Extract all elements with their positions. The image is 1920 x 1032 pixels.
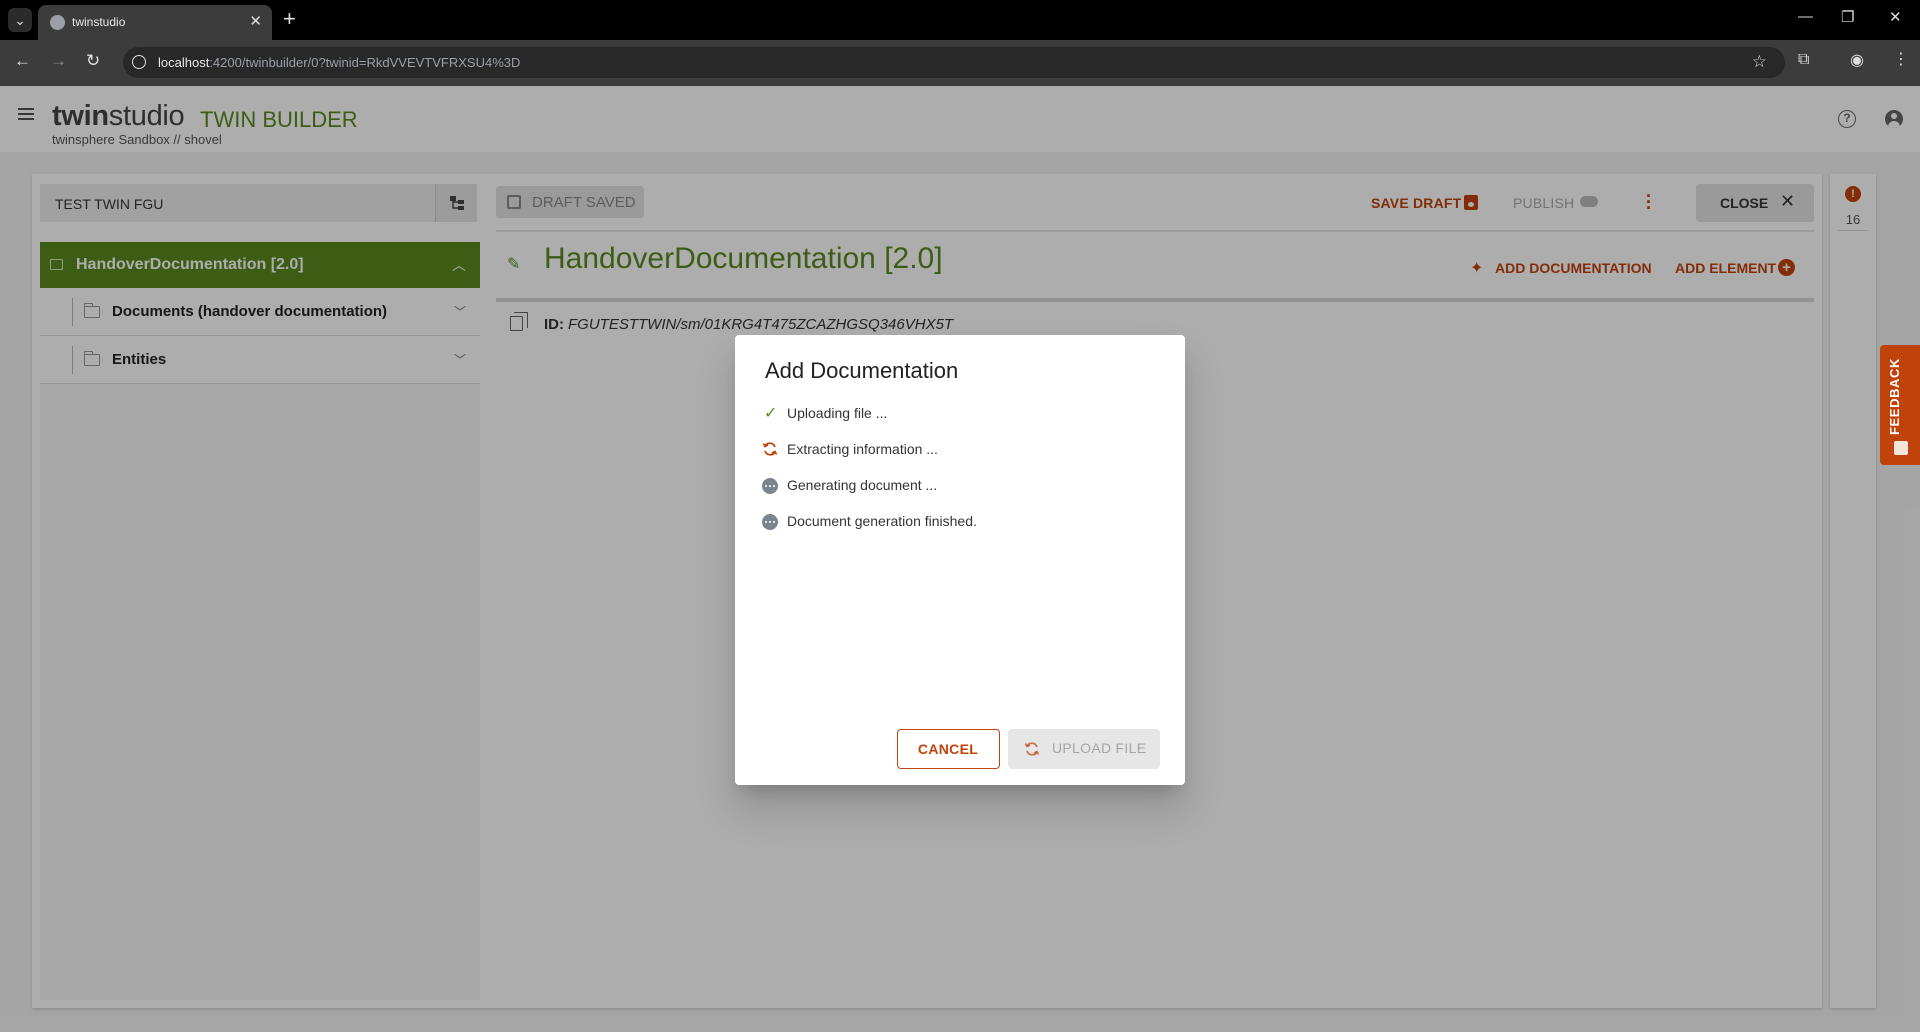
forward-icon[interactable]: → xyxy=(50,51,67,71)
check-icon: ✓ xyxy=(764,405,778,422)
feedback-button[interactable]: FEEDBACK xyxy=(1880,345,1920,465)
back-icon[interactable]: ← xyxy=(14,51,31,71)
url-text: localhost:4200/twinbuilder/0?twinid=RkdV… xyxy=(158,55,521,70)
dialog-title: Add Documentation xyxy=(765,358,959,383)
tab-close-icon[interactable]: ✕ xyxy=(249,12,262,30)
feedback-icon xyxy=(1894,441,1908,455)
reload-icon[interactable]: ↻ xyxy=(86,51,100,71)
browser-tab-bar: ⌄ twinstudio ✕ + — ❐ ✕ xyxy=(0,0,1920,40)
sync-icon xyxy=(1024,742,1040,756)
cancel-label: CANCEL xyxy=(917,741,979,757)
browser-menu-icon[interactable]: ⋮ xyxy=(1893,49,1909,69)
step-uploading: ✓ Uploading file ... xyxy=(761,403,1161,423)
step-extracting: Extracting information ... xyxy=(761,439,1161,459)
step-text: Generating document ... xyxy=(787,477,938,493)
profile-icon[interactable]: ◉ xyxy=(1850,50,1864,70)
window-close-icon[interactable]: ✕ xyxy=(1889,8,1902,26)
cancel-button[interactable]: CANCEL xyxy=(897,729,1000,769)
address-bar-area: ← → ↻ localhost:4200/twinbuilder/0?twini… xyxy=(0,40,1920,86)
minimize-icon[interactable]: — xyxy=(1798,8,1813,25)
restore-icon[interactable]: ❐ xyxy=(1841,8,1854,26)
pending-icon xyxy=(762,514,778,530)
pending-icon xyxy=(762,478,778,494)
step-finished: Document generation finished. xyxy=(761,511,1161,531)
step-text: Uploading file ... xyxy=(787,405,888,421)
new-tab-button[interactable]: + xyxy=(283,6,296,32)
browser-tab[interactable]: twinstudio ✕ xyxy=(38,5,272,40)
sync-icon xyxy=(762,442,778,456)
url-input[interactable]: localhost:4200/twinbuilder/0?twinid=RkdV… xyxy=(123,47,1785,78)
upload-file-button[interactable]: UPLOAD FILE xyxy=(1008,729,1160,769)
step-generating: Generating document ... xyxy=(761,475,1161,495)
extensions-icon[interactable]: ⧉ xyxy=(1798,51,1809,69)
bookmark-star-icon[interactable]: ☆ xyxy=(1752,52,1767,72)
feedback-label: FEEDBACK xyxy=(1887,357,1902,435)
add-documentation-dialog: Add Documentation ✓ Uploading file ... E… xyxy=(735,335,1185,785)
favicon-icon xyxy=(50,15,65,30)
step-text: Document generation finished. xyxy=(787,513,977,529)
tab-title: twinstudio xyxy=(72,15,126,29)
step-text: Extracting information ... xyxy=(787,441,938,457)
tab-search-button[interactable]: ⌄ xyxy=(8,8,32,32)
site-info-icon[interactable] xyxy=(132,55,146,69)
upload-label: UPLOAD FILE xyxy=(1052,740,1147,756)
